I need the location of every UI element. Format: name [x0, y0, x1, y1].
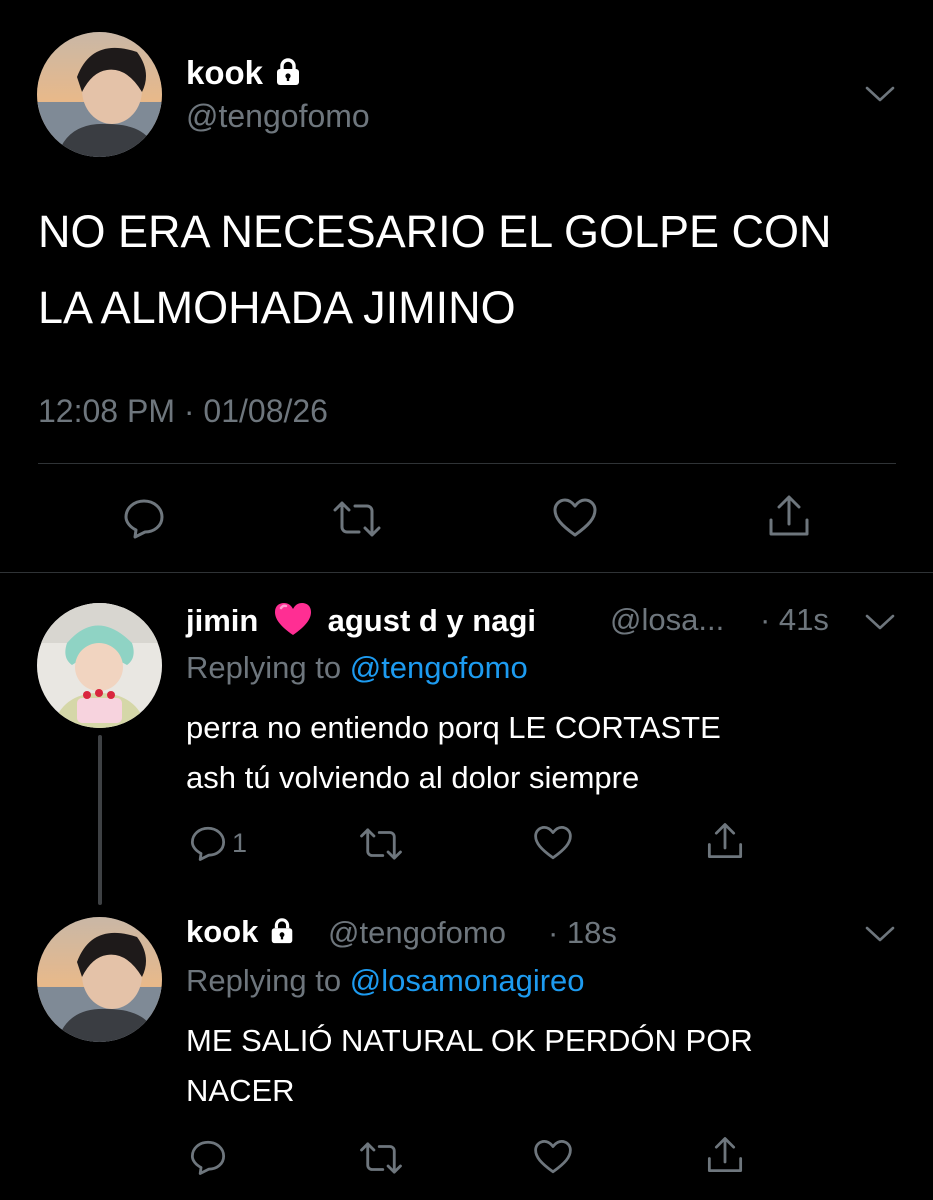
mention-link[interactable]: @tengofomo — [350, 650, 528, 685]
display-name-part2[interactable]: agust d y nagi — [328, 603, 536, 638]
like-icon[interactable] — [551, 495, 599, 541]
mention-link[interactable]: @losamonagireo — [350, 963, 585, 998]
display-name-text[interactable]: kook — [186, 54, 263, 91]
reply2-handle[interactable]: @tengofomo — [328, 915, 506, 951]
display-name-text[interactable]: kook — [186, 914, 258, 949]
timestamp[interactable]: 12:08 PM · 01/08/26 — [38, 393, 328, 430]
reply-button[interactable]: 1 — [188, 823, 247, 863]
display-name-part1[interactable]: jimin — [186, 603, 258, 638]
avatar-kook-reply[interactable] — [37, 917, 162, 1042]
like-icon[interactable] — [532, 1137, 574, 1177]
avatar-kook-main[interactable] — [37, 32, 162, 157]
tweet-text-line-2: LA ALMOHADA JIMINO — [38, 282, 516, 333]
avatar-jimin[interactable] — [37, 603, 162, 728]
retweet-icon[interactable] — [331, 497, 383, 541]
reply-count: 1 — [232, 827, 248, 858]
lock-icon — [277, 58, 300, 85]
retweet-icon[interactable] — [358, 1138, 404, 1178]
reply1-text-line-2: ash tú volviendo al dolor siempre — [186, 760, 640, 795]
lock-icon — [272, 918, 293, 944]
heart-emoji — [274, 603, 311, 635]
divider — [38, 463, 896, 464]
reply-icon[interactable] — [188, 1137, 228, 1177]
retweet-icon[interactable] — [358, 824, 404, 864]
tweet-text-line-1: NO ERA NECESARIO EL GOLPE CON — [38, 206, 832, 257]
reply2-replying-to: Replying to @losamonagireo — [186, 963, 585, 999]
share-icon[interactable] — [705, 1134, 745, 1176]
display-name[interactable]: kook — [186, 54, 303, 92]
handle[interactable]: @tengofomo — [186, 98, 370, 135]
reply-icon — [190, 826, 226, 861]
reply1-handle[interactable]: @losa... — [610, 602, 724, 638]
share-icon[interactable] — [705, 820, 745, 862]
replying-label: Replying to — [186, 650, 342, 685]
share-icon[interactable] — [766, 492, 812, 540]
chevron-down-icon[interactable] — [864, 612, 896, 632]
replying-label: Replying to — [186, 963, 342, 998]
reply2-text-line-2: NACER — [186, 1073, 295, 1108]
reply-icon[interactable] — [121, 495, 167, 541]
chevron-down-icon[interactable] — [864, 84, 896, 104]
reply1-time[interactable]: · 41s — [760, 602, 829, 638]
reply1-display-name[interactable]: jimin agust d y nagi — [186, 601, 536, 639]
reply2-text-line-1: ME SALIÓ NATURAL OK PERDÓN POR — [186, 1023, 753, 1058]
thread-line — [98, 735, 102, 905]
reply2-time[interactable]: · 18s — [548, 915, 617, 951]
chevron-down-icon[interactable] — [864, 924, 896, 944]
reply1-replying-to: Replying to @tengofomo — [186, 650, 528, 686]
divider — [0, 572, 933, 573]
reply2-display-name[interactable]: kook — [186, 914, 296, 950]
reply1-text-line-1: perra no entiendo porq LE CORTASTE — [186, 710, 721, 745]
like-icon[interactable] — [532, 823, 574, 863]
